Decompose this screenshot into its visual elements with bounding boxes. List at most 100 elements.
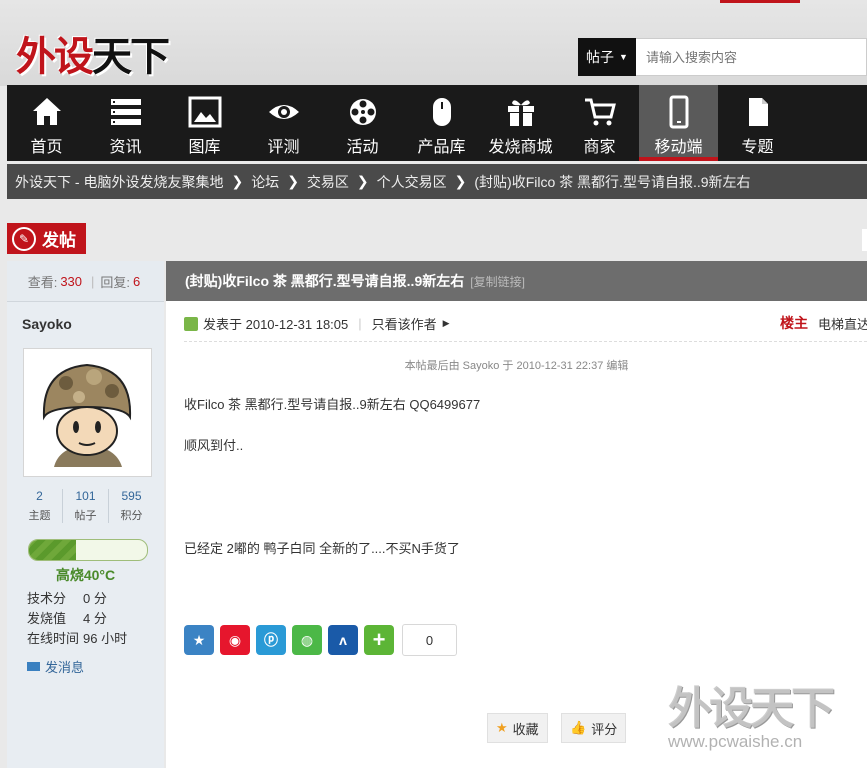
document-icon (748, 98, 768, 126)
count-posts[interactable]: 101 帖子 (63, 489, 109, 523)
nav-item-events[interactable]: 活动 (323, 85, 402, 161)
nav-label: 评测 (267, 139, 300, 156)
edited-note: 本帖最后由 Sayoko 于 2010-12-31 22:37 编辑 (404, 360, 629, 372)
breadcrumb-forum[interactable]: 论坛 (243, 172, 287, 192)
replies-count: 6 (133, 273, 141, 289)
cart-icon (584, 98, 616, 126)
breadcrumb: 外设天下 - 电脑外设发烧友聚集地 ❯ 论坛 ❯ 交易区 ❯ 个人交易区 ❯ (… (7, 164, 867, 199)
replies-label: 回复: (100, 274, 131, 290)
author-info: 技术分 0 分 发烧值 4 分 在线时间 96 小时 (27, 589, 127, 649)
info-row-online-time: 在线时间 96 小时 (27, 629, 127, 649)
nav-item-review[interactable]: 评测 (244, 85, 323, 161)
elevator-link[interactable]: 电梯直达 (818, 314, 867, 333)
post-line: 收Filco 茶 黑都行.型号请自报..9新左右 QQ6499677 (184, 397, 481, 412)
soldier-avatar-image (24, 349, 151, 476)
favorite-button[interactable]: ★ 收藏 (487, 713, 548, 743)
nav-label: 产品库 (417, 139, 466, 156)
new-post-button[interactable]: ✎ 发帖 (7, 223, 86, 254)
breadcrumb-trade[interactable]: 交易区 (299, 172, 357, 192)
only-author-link[interactable]: 只看该作者 (372, 314, 437, 333)
wechat-icon[interactable]: ◍ (292, 625, 322, 655)
copy-link[interactable]: [复制链接] (470, 273, 525, 290)
count-value: 595 (121, 489, 142, 503)
count-label: 帖子 (74, 510, 97, 522)
mouse-icon (432, 98, 451, 126)
count-threads[interactable]: 2 主题 (17, 489, 63, 523)
breadcrumb-thread[interactable]: (封贴)收Filco 茶 黑都行.型号请自报..9新左右 (466, 172, 758, 192)
star-icon: ★ (496, 720, 508, 735)
share-bar: ★ ◉ ⓟ ◍ ʌ + 0 (184, 624, 457, 656)
rate-button[interactable]: 👍 评分 (561, 713, 627, 743)
more-share-icon[interactable]: + (364, 625, 394, 655)
rate-label: 评分 (591, 721, 618, 737)
author-sidebar: 查看: 330 | 回复: 6 Sayoko 2 主题 101 帖子 595 积… (7, 261, 164, 768)
info-value: 0 分 (83, 591, 107, 606)
search-type-dropdown[interactable]: 帖子 ▼ (578, 38, 636, 76)
weibo-icon[interactable]: ◉ (220, 625, 250, 655)
nav-item-mall[interactable]: 发烧商城 (481, 85, 560, 161)
floor-label: 楼主 (780, 315, 808, 331)
author-username[interactable]: Sayoko (22, 316, 72, 332)
qzone-icon[interactable]: ★ (184, 625, 214, 655)
image-icon (188, 96, 221, 128)
breadcrumb-home[interactable]: 外设天下 - 电脑外设发烧友聚集地 (7, 172, 231, 192)
thread-title-bar: (封贴)收Filco 茶 黑都行.型号请自报..9新左右 [复制链接] (166, 261, 867, 301)
favorite-label: 收藏 (512, 721, 539, 737)
views-count: 330 (60, 273, 83, 289)
info-value: 96 小时 (83, 631, 128, 646)
count-label: 积分 (120, 510, 143, 522)
nav-item-products[interactable]: 产品库 (402, 85, 481, 161)
avatar[interactable] (23, 348, 152, 477)
logo-red-text: 外设 (16, 35, 94, 79)
views-label: 查看: (27, 274, 58, 290)
site-logo[interactable]: 外设 天下 (16, 26, 170, 80)
count-points[interactable]: 595 积分 (109, 489, 154, 523)
nav-item-gallery[interactable]: 图库 (165, 85, 244, 161)
post-main: (封贴)收Filco 茶 黑都行.型号请自报..9新左右 [复制链接] 发表于 … (166, 261, 867, 768)
online-status-icon (184, 316, 198, 331)
chevron-right-icon: ❯ (231, 173, 244, 189)
search-type-label: 帖子 (586, 49, 615, 65)
post-line: 顺风到付.. (184, 438, 244, 453)
thumbs-up-icon: 👍 (570, 720, 587, 735)
send-message-link[interactable]: 发消息 (27, 657, 84, 676)
level-progress-bar (28, 539, 148, 561)
gift-icon (507, 100, 534, 126)
nav-item-topics[interactable]: 专题 (718, 85, 797, 161)
chevron-right-icon: ❯ (356, 173, 369, 189)
breadcrumb-personal-trade[interactable]: 个人交易区 (369, 172, 455, 192)
info-row-tech-score: 技术分 0 分 (27, 589, 127, 609)
info-label: 发烧值 (27, 611, 67, 626)
stats-divider: | (91, 273, 95, 289)
nav-item-news[interactable]: 资讯 (86, 85, 165, 161)
divider (184, 341, 867, 342)
film-reel-icon (349, 99, 376, 125)
reply-button-edge[interactable] (862, 229, 867, 251)
nav-label: 资讯 (109, 139, 142, 156)
home-icon (32, 98, 61, 125)
nav-label: 专题 (741, 139, 774, 156)
nav-item-home[interactable]: 首页 (7, 85, 86, 161)
search-input[interactable] (636, 38, 867, 76)
chevron-right-icon: ❯ (287, 173, 299, 189)
site-header: 外设 天下 帖子 ▼ (0, 0, 867, 86)
author-counts: 2 主题 101 帖子 595 积分 (17, 489, 154, 523)
pengyou-icon[interactable]: ⓟ (256, 625, 286, 655)
eye-icon (268, 105, 299, 119)
meta-divider: | (358, 316, 362, 331)
edit-icon: ✎ (12, 226, 36, 251)
nav-label: 移动端 (654, 139, 703, 156)
caret-right-icon: ▶ (442, 318, 450, 328)
nav-label: 图库 (188, 139, 221, 156)
nav-item-merchants[interactable]: 商家 (560, 85, 639, 161)
renren-icon[interactable]: ʌ (328, 625, 358, 655)
post-line: 已经定 2嘟的 鸭子白同 全新的了....不买N手货了 (184, 541, 460, 556)
nav-item-mobile[interactable]: 移动端 (639, 85, 718, 161)
nav-label: 活动 (346, 139, 379, 156)
count-label: 主题 (28, 510, 51, 522)
search-bar: 帖子 ▼ (578, 38, 867, 76)
chevron-down-icon: ▼ (619, 52, 628, 62)
info-value: 4 分 (83, 611, 107, 626)
chevron-right-icon: ❯ (454, 173, 467, 189)
count-value: 2 (36, 489, 43, 503)
